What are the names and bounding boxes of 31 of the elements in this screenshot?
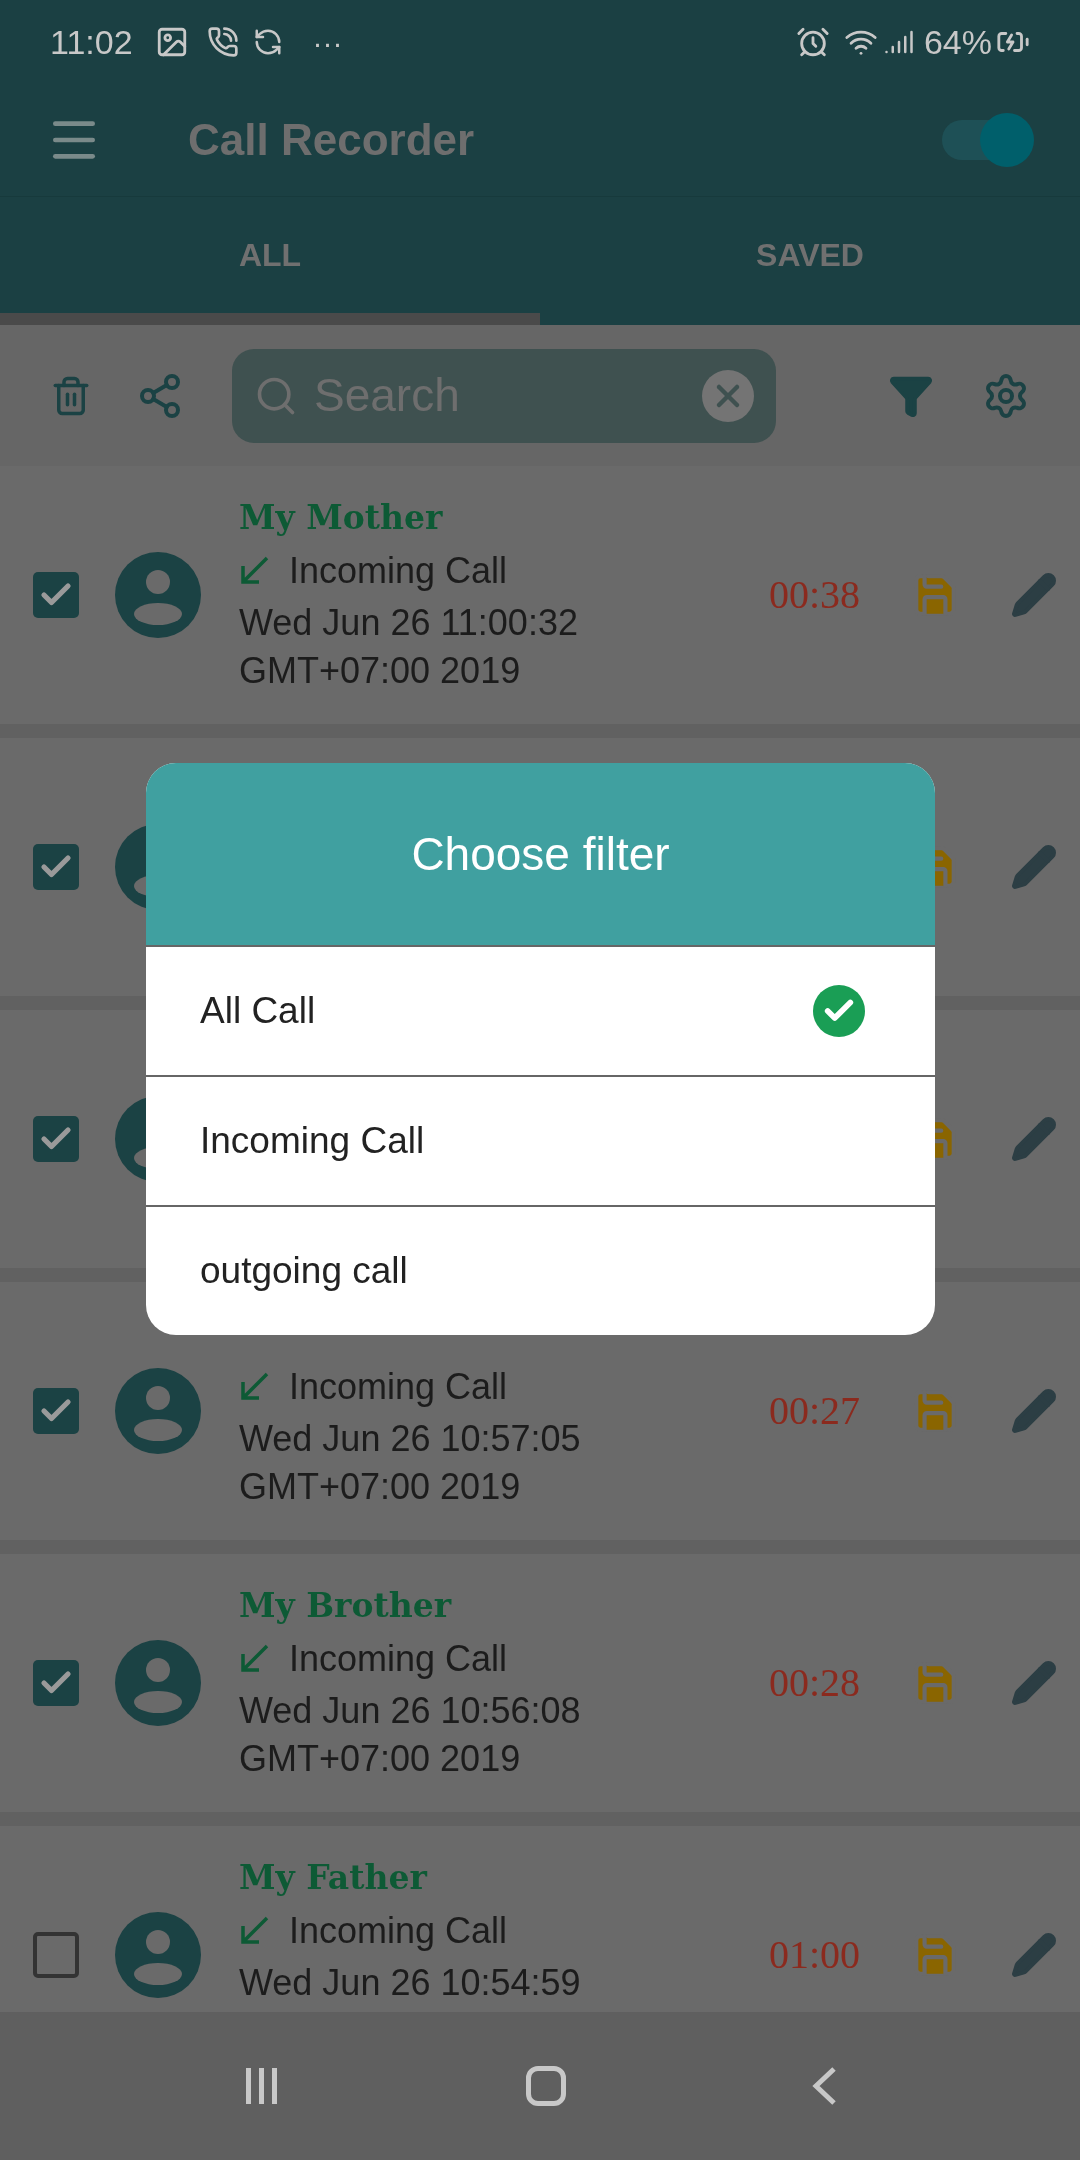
app-title: Call Recorder: [188, 114, 475, 166]
filter-option[interactable]: outgoing call: [146, 1205, 935, 1335]
call-date: GMT+07:00 2019: [239, 1737, 522, 1781]
tab[interactable]: ALL: [0, 197, 540, 325]
call-date: Wed Jun 26 11:00:32: [239, 601, 579, 645]
tab[interactable]: SAVED: [540, 197, 1080, 325]
call-type: Incoming Call: [289, 1365, 508, 1409]
call-type: Incoming Call: [289, 1637, 508, 1681]
call-date: GMT+07:00 2019: [239, 649, 522, 693]
call-row[interactable]: My Mother Incoming Call Wed Jun 26 11:00:32 GMT+07:00 2019 00:38: [0, 466, 1080, 724]
status-time: 11:02: [50, 21, 133, 63]
dialog-title: Choose filter: [411, 826, 670, 882]
call-duration: 00:27: [768, 1387, 860, 1435]
contact-name: My Mother: [239, 498, 443, 537]
filter-option[interactable]: Incoming Call: [146, 1075, 935, 1205]
call-type: Incoming Call: [289, 549, 508, 593]
call-type: Incoming Call: [289, 1909, 508, 1953]
call-duration: 00:28: [768, 1659, 860, 1707]
call-duration: 01:00: [768, 1931, 860, 1979]
battery-percent: 64%: [923, 21, 992, 63]
call-duration: 00:38: [768, 571, 860, 619]
call-date: Wed Jun 26 10:57:05: [239, 1417, 582, 1461]
call-date: GMT+07:00 2019: [239, 1465, 522, 1509]
contact-name: My Father: [239, 1858, 427, 1897]
call-date: Wed Jun 26 10:56:08: [239, 1689, 582, 1733]
filter-option[interactable]: All Call: [146, 945, 935, 1075]
contact-name: My Brother: [239, 1586, 452, 1625]
call-row[interactable]: My Father Incoming Call Wed Jun 26 10:54:59 01:00: [0, 1826, 1080, 2012]
more-notifications: ···: [312, 24, 343, 61]
call-date: Wed Jun 26 10:54:59: [239, 1961, 582, 2005]
call-row[interactable]: My Brother Incoming Call Wed Jun 26 10:56:08 GMT+07:00 2019 00:28: [0, 1554, 1080, 1812]
